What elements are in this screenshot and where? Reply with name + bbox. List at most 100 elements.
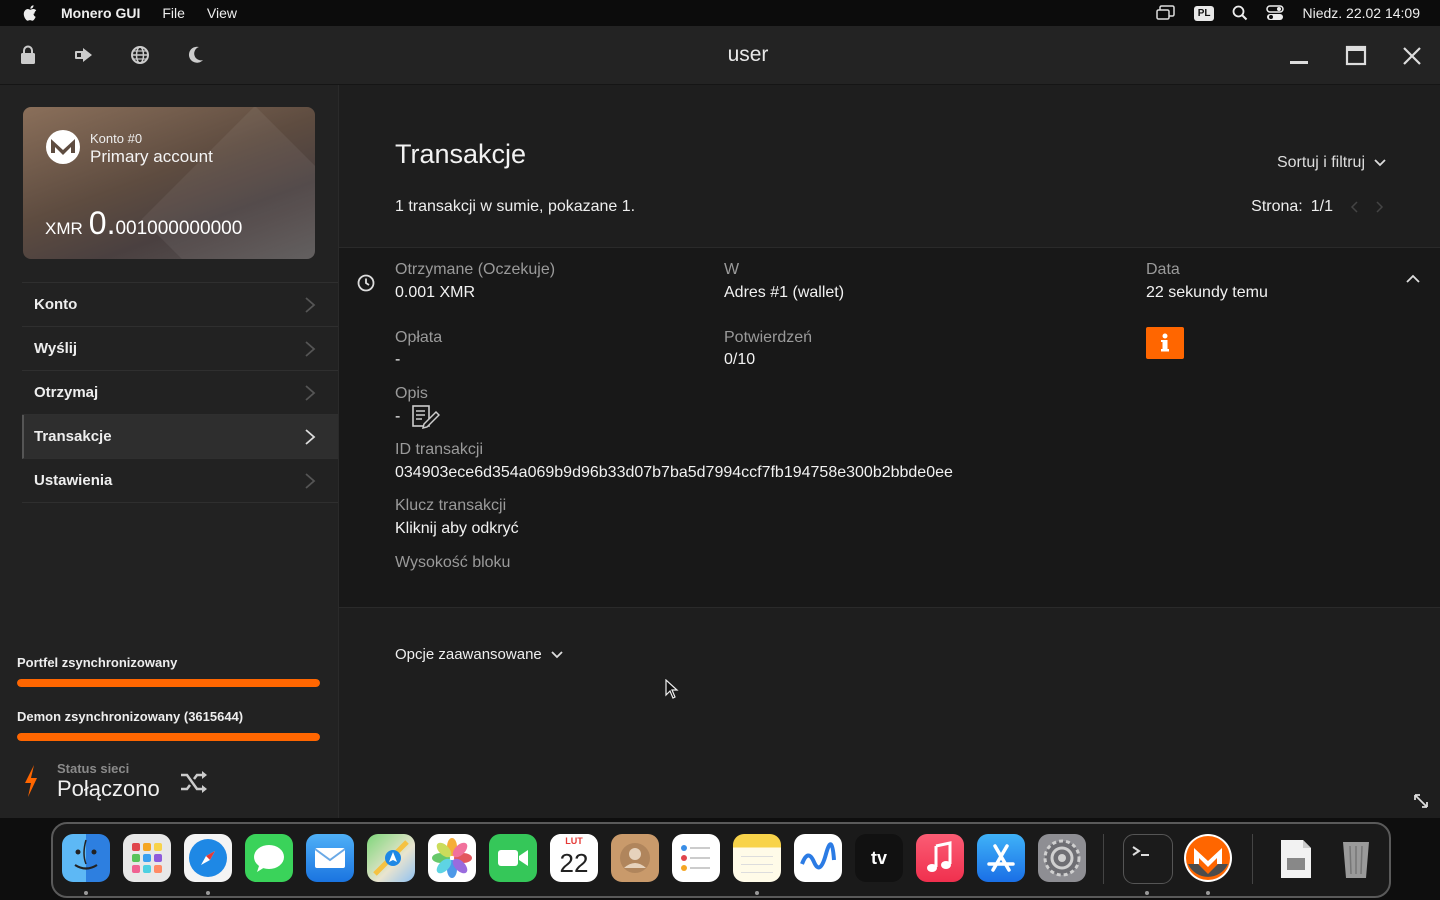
sidebar-item-label: Otrzymaj xyxy=(34,384,99,401)
previous-page-icon[interactable] xyxy=(1349,200,1359,214)
chevron-right-icon xyxy=(305,385,316,401)
chevron-up-icon[interactable] xyxy=(1405,272,1421,284)
advanced-options-toggle[interactable]: Opcje zaawansowane xyxy=(395,646,564,663)
sort-filter-button[interactable]: Sortuj i filtruj xyxy=(1277,154,1387,172)
mail-icon[interactable] xyxy=(306,834,354,882)
sidebar-item-otrzymaj[interactable]: Otrzymaj xyxy=(22,371,338,415)
sidebar-item-label: Ustawienia xyxy=(34,472,113,489)
account-name: Primary account xyxy=(90,147,213,166)
safari-icon[interactable] xyxy=(184,834,232,882)
next-page-icon[interactable] xyxy=(1375,200,1385,214)
edit-note-icon[interactable] xyxy=(412,405,440,429)
control-center-icon[interactable] xyxy=(1266,5,1285,21)
balance-decimals: 001000000000 xyxy=(115,218,243,239)
resize-handle-icon[interactable] xyxy=(1413,793,1429,809)
system-settings-icon[interactable] xyxy=(1038,834,1086,882)
confirmations-value: 0/10 xyxy=(724,351,756,368)
wallet-sync-label: Portfel zsynchronizowany xyxy=(17,655,178,670)
page-title: Transakcje xyxy=(395,139,527,169)
input-source-badge[interactable]: PL xyxy=(1193,5,1215,21)
sidebar-item-wyslij[interactable]: Wyślij xyxy=(22,327,338,371)
daemon-sync-progress xyxy=(17,733,320,741)
chevron-right-icon xyxy=(305,473,316,489)
dock-separator xyxy=(1252,834,1253,884)
photos-icon[interactable] xyxy=(428,834,476,882)
clock-icon xyxy=(357,274,375,292)
lightning-icon xyxy=(25,765,37,797)
notes-icon[interactable] xyxy=(733,834,781,882)
freeform-icon[interactable] xyxy=(794,834,842,882)
account-card[interactable]: Konto #0 Primary account XMR 0. 00100000… xyxy=(23,107,315,259)
reminders-icon[interactable] xyxy=(672,834,720,882)
advanced-options-label: Opcje zaawansowane xyxy=(395,646,542,663)
network-status-label: Status sieci xyxy=(57,761,130,776)
terminal-icon[interactable] xyxy=(1123,834,1173,884)
transactions-summary: 1 transakcji w sumie, pokazane 1. xyxy=(395,198,636,215)
wallet-sync-progress xyxy=(17,679,320,687)
clock[interactable]: Niedz. 22.02 14:09 xyxy=(1302,5,1420,21)
finder-running-dot xyxy=(84,891,88,895)
description-label: Opis xyxy=(395,385,428,402)
tv-label: tv xyxy=(870,847,887,868)
maximize-icon[interactable] xyxy=(1344,44,1368,68)
sidebar-item-konto[interactable]: Konto xyxy=(22,282,338,327)
mouse-cursor-icon xyxy=(665,679,679,699)
shuffle-icon[interactable] xyxy=(179,770,209,794)
sidebar-item-transakcje[interactable]: Transakcje xyxy=(22,415,338,459)
page-value: 1/1 xyxy=(1310,198,1333,215)
music-icon[interactable] xyxy=(916,834,964,882)
sidebar-item-ustawienia[interactable]: Ustawienia xyxy=(22,459,338,503)
window-title: user xyxy=(727,43,769,66)
monero-logo-icon xyxy=(46,130,80,164)
file-menu[interactable]: File xyxy=(162,5,185,21)
apple-icon[interactable] xyxy=(21,3,41,23)
trash-icon[interactable] xyxy=(1332,834,1380,882)
safari-running-dot xyxy=(206,891,210,895)
confirmations-label: Potwierdzeń xyxy=(724,329,813,346)
maps-icon[interactable] xyxy=(367,834,415,882)
info-icon xyxy=(1161,333,1169,352)
received-label: Otrzymane (Oczekuje) xyxy=(395,261,556,278)
pagination: Strona: 1/1 xyxy=(1251,198,1385,216)
sidebar-menu: Konto Wyślij Otrzymaj Transakcje Ustawie… xyxy=(22,282,338,503)
chevron-down-icon xyxy=(1374,159,1386,167)
messages-icon[interactable] xyxy=(245,834,293,882)
app-menu[interactable]: Monero GUI xyxy=(61,5,140,21)
chevron-right-icon xyxy=(305,341,316,357)
preview-icon[interactable] xyxy=(1271,834,1319,882)
info-button[interactable] xyxy=(1146,327,1184,359)
contacts-icon[interactable] xyxy=(611,834,659,882)
screen-mirroring-icon[interactable] xyxy=(1155,5,1176,21)
transaction-card[interactable]: Otrzymane (Oczekuje) 0.001 XMR W Adres #… xyxy=(339,247,1440,608)
facetime-icon[interactable] xyxy=(489,834,537,882)
calendar-day: 22 xyxy=(559,848,589,878)
balance-currency: XMR xyxy=(45,219,83,238)
txkey-reveal-link[interactable]: Kliknij aby odkryć xyxy=(395,520,519,538)
txid-value[interactable]: 034903ece6d354a069b9d96b33d07b7ba5d7994c… xyxy=(395,464,953,482)
description-value: - xyxy=(395,408,401,425)
calendar-icon[interactable]: LUT 22 xyxy=(550,834,598,882)
monero-running-dot xyxy=(1206,891,1210,895)
minimize-icon[interactable] xyxy=(1287,44,1311,68)
in-value: Adres #1 (wallet) xyxy=(724,284,845,301)
view-menu[interactable]: View xyxy=(207,5,237,21)
dock-area: LUT 22 tv xyxy=(0,818,1440,900)
close-icon[interactable] xyxy=(1400,44,1424,68)
chevron-down-icon xyxy=(551,650,563,658)
monero-app-icon[interactable] xyxy=(1184,834,1232,882)
sidebar-item-label: Wyślij xyxy=(34,340,78,357)
received-value: 0.001 XMR xyxy=(395,284,476,301)
apple-tv-icon[interactable]: tv xyxy=(855,834,903,882)
dock-separator xyxy=(1103,834,1104,884)
app-store-icon[interactable] xyxy=(977,834,1025,882)
search-icon[interactable] xyxy=(1232,5,1248,21)
notes-running-dot xyxy=(755,891,759,895)
page-label: Strona: xyxy=(1251,198,1303,215)
in-label: W xyxy=(724,261,740,278)
finder-icon[interactable] xyxy=(62,834,110,882)
block-height-label: Wysokość bloku xyxy=(395,554,511,571)
dock: LUT 22 tv xyxy=(51,822,1391,898)
sidebar-item-label: Konto xyxy=(34,296,78,313)
launchpad-icon[interactable] xyxy=(123,834,171,882)
txkey-label: Klucz transakcji xyxy=(395,497,507,514)
